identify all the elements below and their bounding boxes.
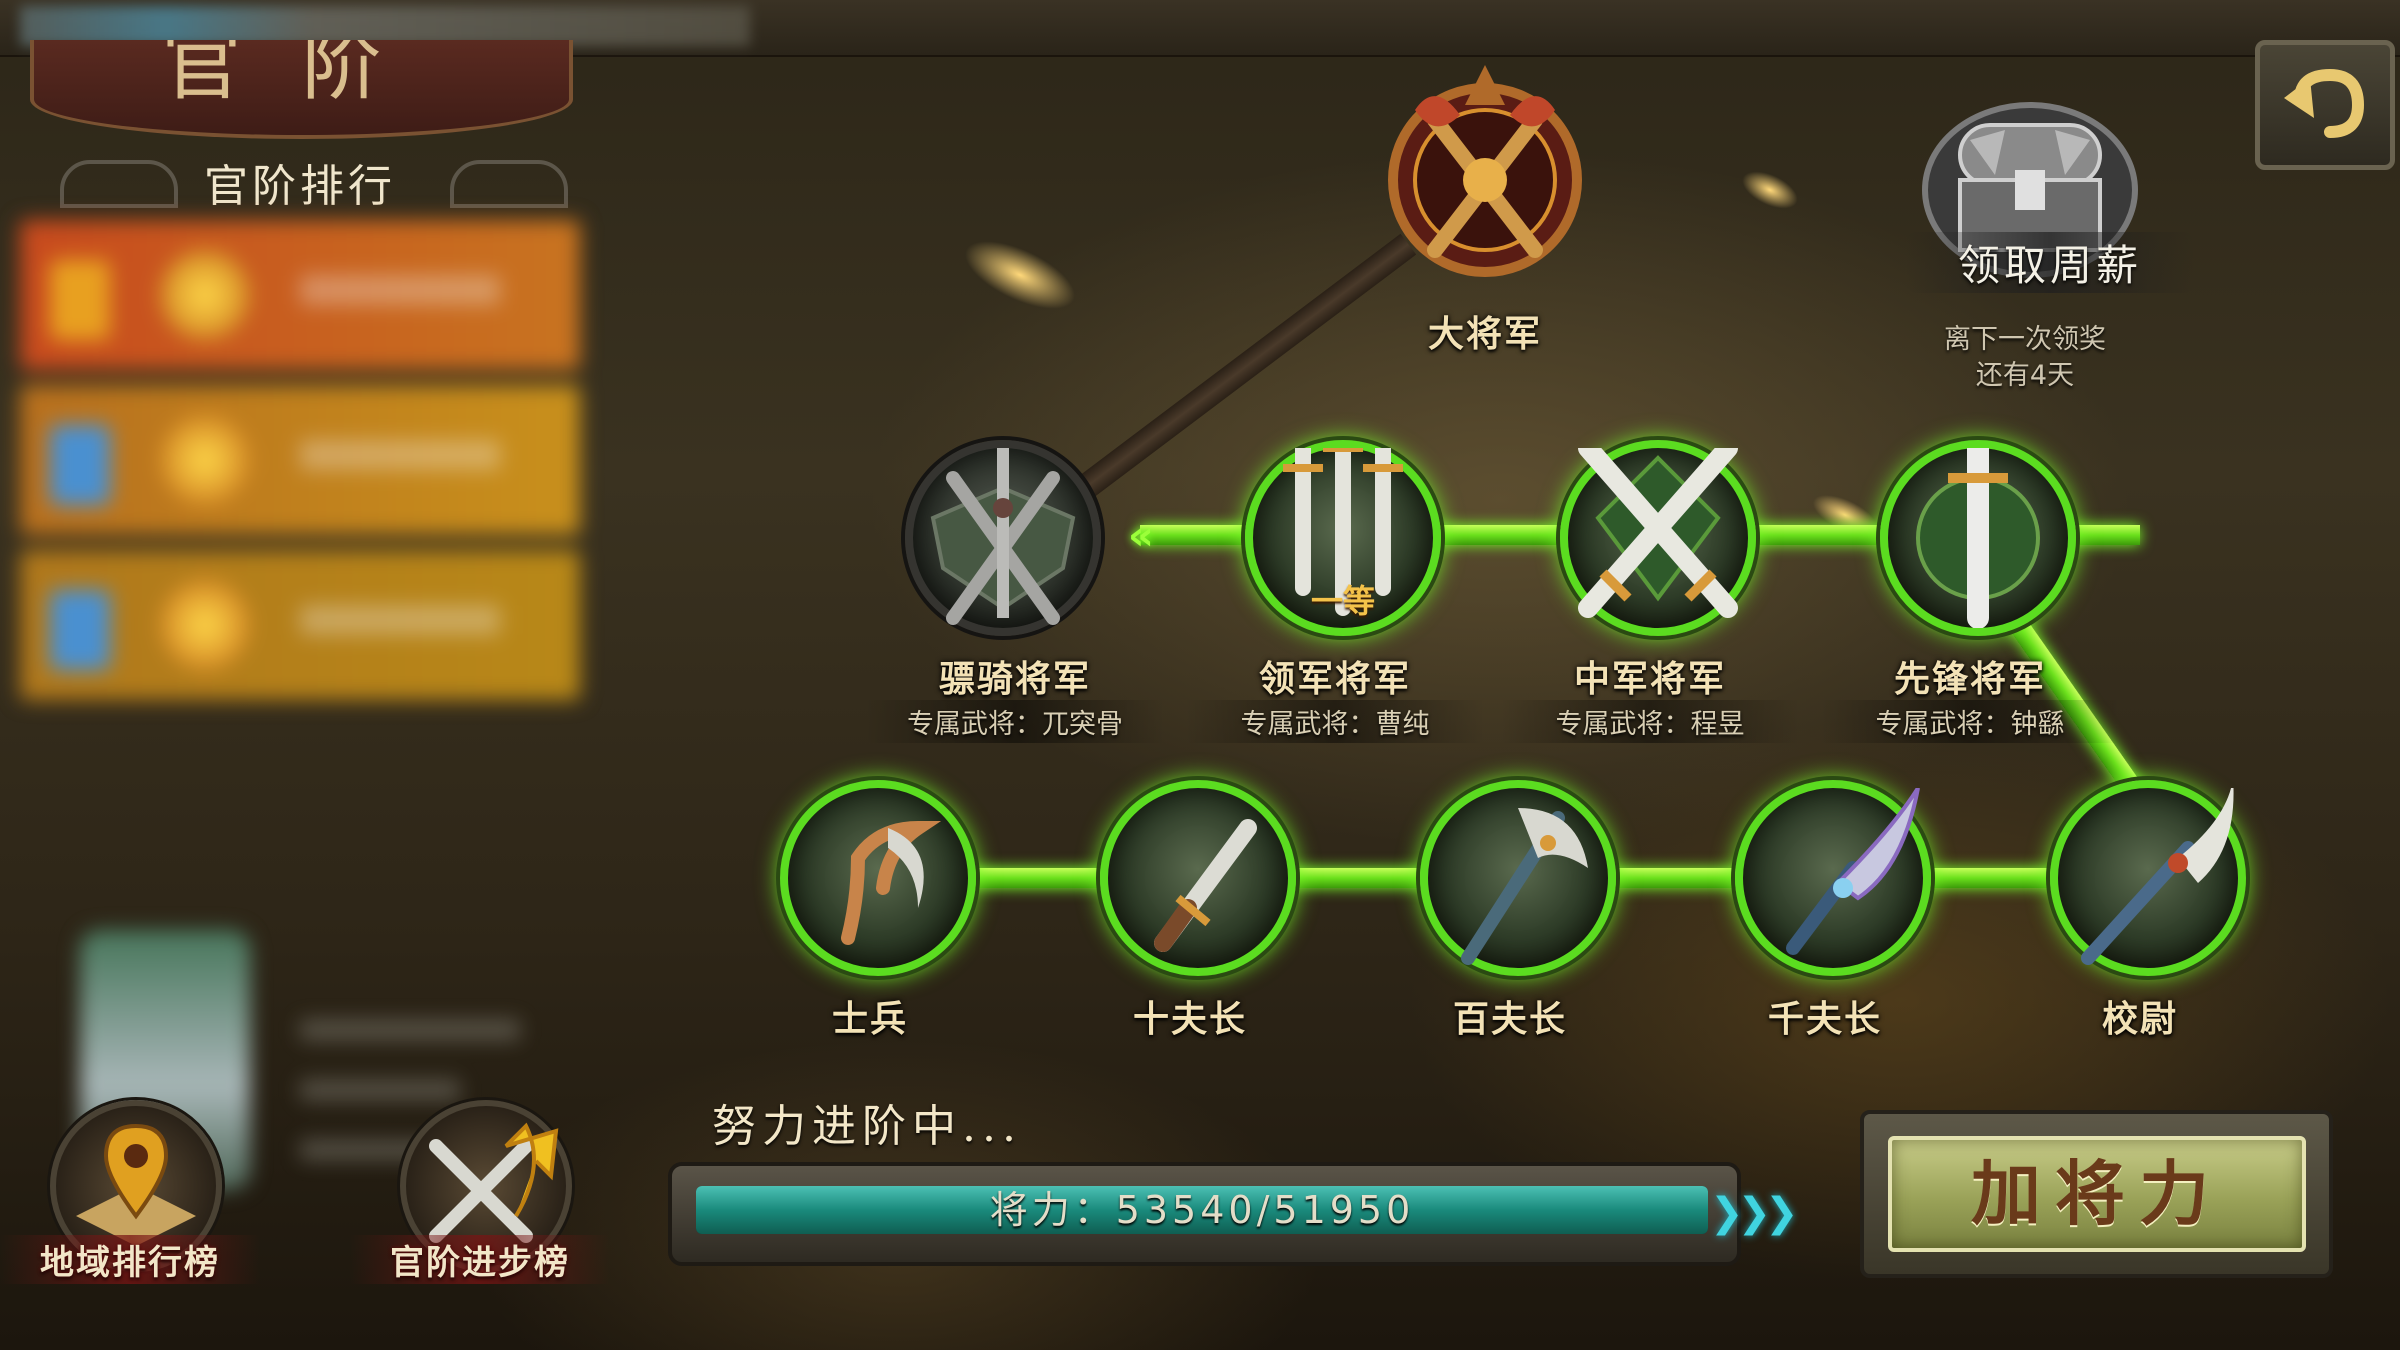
page-title-banner: 官阶 <box>30 40 573 139</box>
avatar <box>160 580 250 670</box>
rank-node-colonel[interactable] <box>2050 780 2246 976</box>
first-class-badge: 一等 <box>1310 582 1375 620</box>
claim-weekly-salary-button[interactable]: 领取周薪 <box>1905 232 2195 293</box>
light-sparkle <box>955 226 1085 324</box>
exclusive-general: 专属武将：程昱 <box>1500 700 1800 743</box>
return-arrow-icon <box>2284 68 2365 138</box>
rank-node-centurion[interactable] <box>1420 780 1616 976</box>
progress-caption: 努力进阶中... <box>712 1101 1022 1152</box>
twin-swords-shield-icon <box>930 448 1076 625</box>
next-reward-note-line1: 离下一次领奖 <box>1944 324 2106 355</box>
rank-progress-leaderboard-button[interactable]: 官阶进步榜 <box>350 1100 610 1300</box>
blurred-text <box>300 1020 520 1040</box>
rank-label: 骠骑将军 <box>938 658 1091 700</box>
region-leaderboard-label: 地域排行榜 <box>0 1235 260 1284</box>
blurred-text <box>300 440 500 470</box>
rank-label: 士兵 <box>831 998 908 1040</box>
rank-node-vanguard-general[interactable] <box>1880 440 2076 636</box>
page-title: 官阶 <box>161 40 442 111</box>
rank-node-squad-leader[interactable] <box>1100 780 1296 976</box>
exclusive-general: 专属武将：钟繇 <box>1820 700 2120 743</box>
rank-list-blurred <box>10 210 580 1190</box>
rank-label: 校尉 <box>2101 998 2178 1040</box>
crossed-axes-emblem-icon <box>1388 65 1582 277</box>
exclusive-general: 专属武将：曹纯 <box>1185 700 1485 743</box>
blurred-text <box>300 1080 460 1100</box>
glaive-icon <box>2081 788 2234 965</box>
rank-progress-leaderboard-label: 官阶进步榜 <box>350 1235 610 1284</box>
list-item[interactable] <box>20 550 580 700</box>
add-power-button[interactable]: 加将力 <box>1860 1110 2333 1278</box>
blurred-text <box>300 605 500 635</box>
rank-label: 大将军 <box>1427 313 1542 355</box>
dagger-icon <box>1154 819 1257 952</box>
rank-panel-title: 官阶排行 <box>204 161 396 212</box>
sickle-icon <box>841 820 942 945</box>
rank-panel-header: 官阶排行 <box>10 140 590 220</box>
rank-node-soldier[interactable] <box>780 780 976 976</box>
list-item[interactable] <box>20 220 580 370</box>
rank-label: 中军将军 <box>1573 658 1726 700</box>
rank-node-leading-general[interactable]: 一等 <box>1245 440 1441 636</box>
avatar <box>160 250 250 340</box>
next-reward-note-line2: 还有4天 <box>1975 360 2075 391</box>
officer-rank-screen: 官阶 官阶排行 « 大将军 领取周薪 离下一次领奖 还有4天 骠骑将军 专属武将… <box>0 0 2400 1350</box>
rank-medal-icon <box>50 425 110 505</box>
next-reward-note: 离下一次领奖 还有4天 <box>1880 322 2170 394</box>
region-leaderboard-button[interactable]: 地域排行榜 <box>0 1100 260 1300</box>
rank-label: 领军将军 <box>1258 658 1411 700</box>
rank-medal-icon <box>50 260 110 340</box>
rank-node-chiliarch[interactable] <box>1735 780 1931 976</box>
rank-node-grand-general[interactable] <box>1365 60 1605 290</box>
add-power-button-face: 加将力 <box>1888 1136 2306 1252</box>
single-sword-icon <box>1916 448 2040 628</box>
forward-arrows-icon: ❯❯❯ <box>1710 1190 1799 1236</box>
power-progress-bar: 将力：53540/51950 <box>668 1162 1741 1266</box>
axe-icon <box>1461 808 1588 965</box>
exclusive-general: 专属武将：兀突骨 <box>865 700 1165 743</box>
rank-label: 十夫长 <box>1132 998 1247 1040</box>
list-item[interactable] <box>20 385 580 535</box>
back-button[interactable] <box>2255 40 2395 170</box>
rank-medal-icon <box>50 590 110 670</box>
light-sparkle <box>1736 163 1804 217</box>
crossed-swords-icon <box>1578 448 1738 618</box>
rank-label: 先锋将军 <box>1893 658 2046 700</box>
rank-label: 百夫长 <box>1452 998 1567 1040</box>
add-power-label: 加将力 <box>1971 1152 2223 1235</box>
rank-label: 千夫长 <box>1767 998 1882 1040</box>
rank-node-cavalry-general[interactable] <box>905 440 1101 636</box>
power-value: 将力：53540/51950 <box>989 1188 1415 1232</box>
direction-arrow-icon: « <box>1128 513 1154 559</box>
avatar <box>160 415 250 505</box>
broadsword-icon <box>1786 788 1920 955</box>
blurred-text <box>300 275 500 305</box>
progress-track: 将力：53540/51950 <box>696 1186 1708 1234</box>
rank-node-central-general[interactable] <box>1560 440 1756 636</box>
